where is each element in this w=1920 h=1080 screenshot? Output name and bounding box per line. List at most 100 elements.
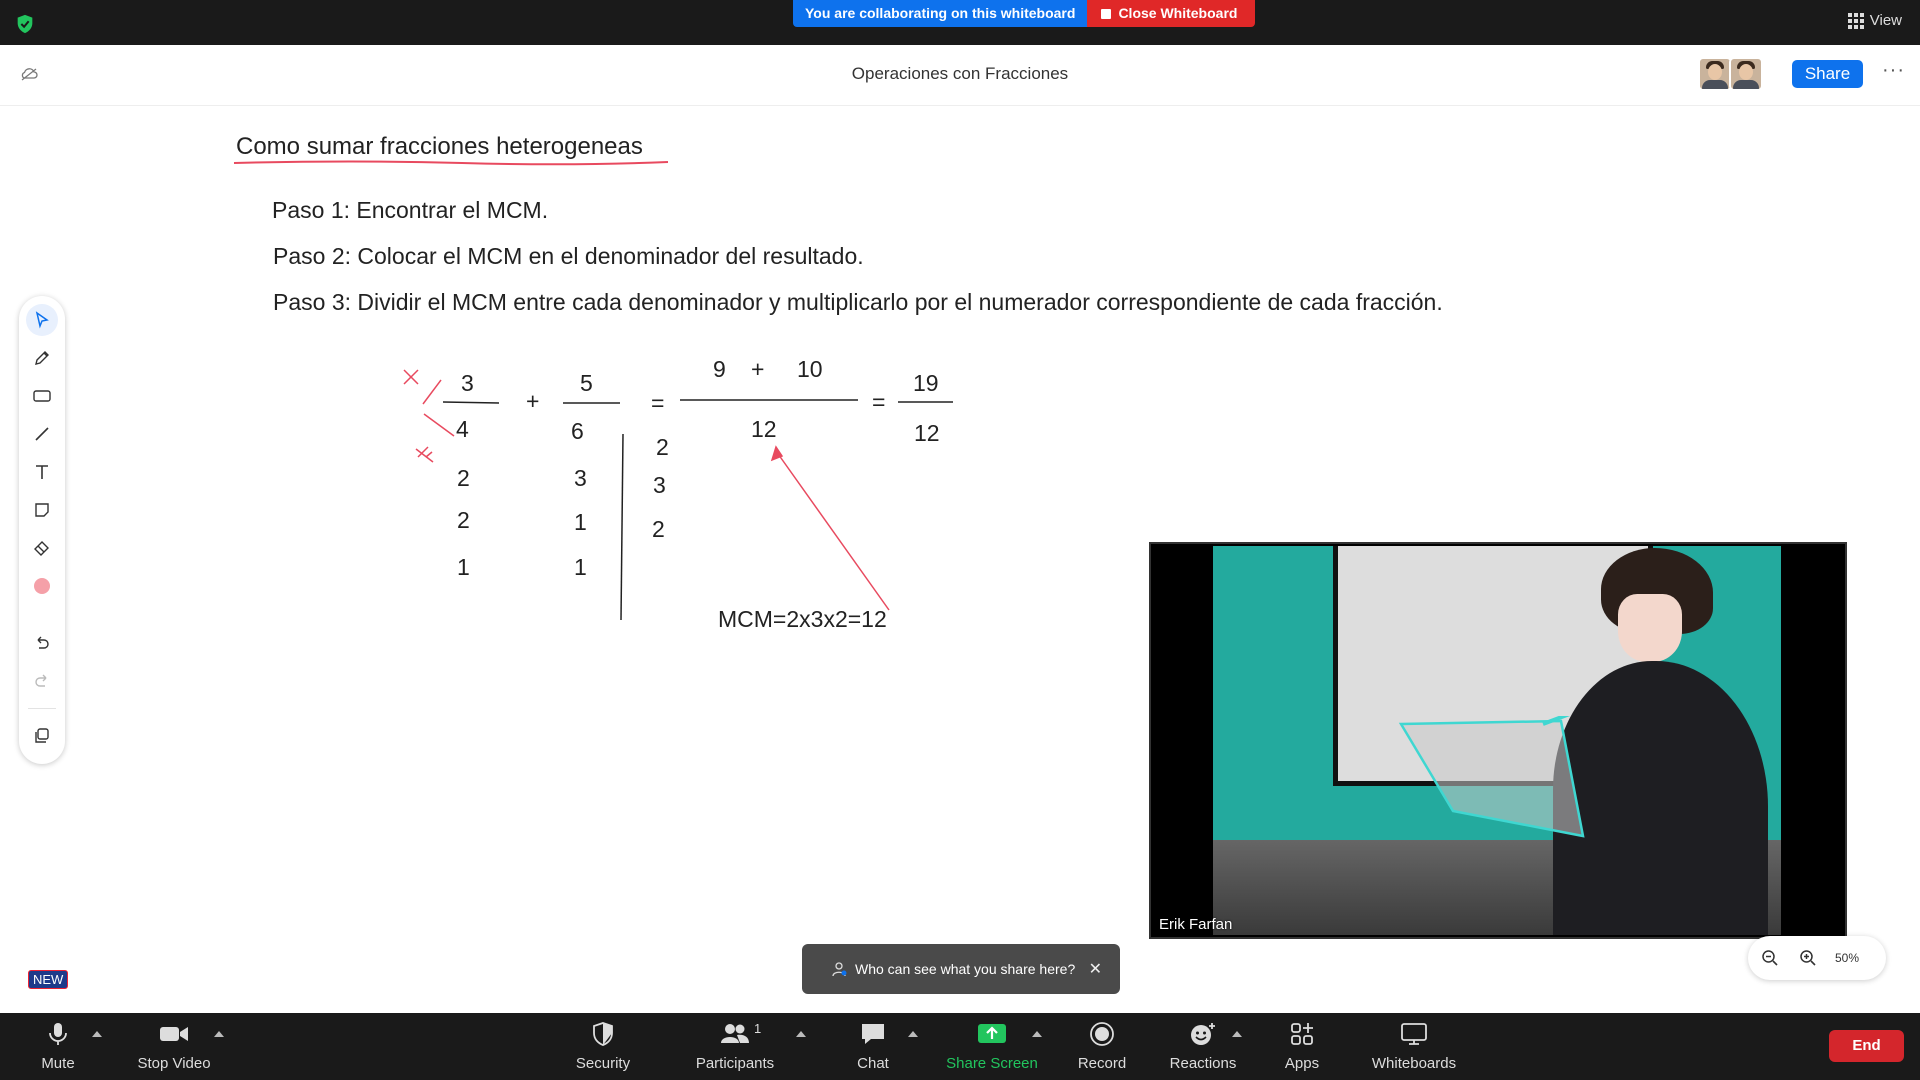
participants-options-caret[interactable] (796, 1031, 806, 1037)
meeting-controls-bar: Mute Stop Video Security 1 Participants … (0, 1013, 1920, 1080)
more-options-button[interactable]: ··· (1882, 59, 1905, 82)
close-whiteboard-button[interactable]: Close Whiteboard (1087, 0, 1256, 27)
whiteboard-canvas[interactable]: Como sumar fracciones heterogeneas Paso … (0, 106, 1920, 1013)
video-camera-icon (160, 1027, 188, 1041)
chat-bubble-icon (862, 1024, 884, 1044)
fraction1-numerator[interactable]: 3 (461, 370, 474, 397)
stop-video-button[interactable]: Stop Video (130, 1021, 218, 1072)
close-whiteboard-label: Close Whiteboard (1118, 5, 1238, 21)
apps-icon (1291, 1023, 1313, 1045)
tooltip-text: Who can see what you share here? (855, 961, 1076, 977)
participants-button[interactable]: 1 Participants (690, 1021, 780, 1072)
result-numerator-a[interactable]: 9 (713, 356, 726, 383)
final-numerator[interactable]: 19 (913, 370, 939, 397)
video-feed (1213, 546, 1781, 935)
share-visibility-tooltip[interactable]: Who can see what you share here? ✕ (802, 944, 1120, 994)
rectangle-icon (33, 390, 51, 402)
record-icon (1090, 1022, 1114, 1046)
whiteboard-header: Operaciones con Fracciones Share ··· (0, 45, 1920, 106)
video-options-caret[interactable] (214, 1031, 224, 1037)
whiteboard-toolbar (19, 296, 65, 764)
whiteboard-icon (1401, 1023, 1427, 1045)
toolbar-divider (28, 708, 56, 709)
factor-col2-row1[interactable]: 3 (574, 465, 587, 492)
share-options-caret[interactable] (1032, 1031, 1042, 1037)
factor-col1-row2[interactable]: 2 (457, 507, 470, 534)
final-denominator[interactable]: 12 (914, 420, 940, 447)
participants-label: Participants (695, 1055, 775, 1072)
equals-sign[interactable]: = (651, 390, 664, 417)
security-button[interactable]: Security (572, 1021, 634, 1072)
select-tool[interactable] (26, 304, 58, 336)
fraction1-denominator[interactable]: 4 (456, 416, 469, 443)
divisor-row2[interactable]: 3 (653, 472, 666, 499)
factor-col2-row2[interactable]: 1 (574, 509, 587, 536)
eraser-tool[interactable] (26, 532, 58, 564)
stop-video-label: Stop Video (137, 1055, 211, 1072)
record-button[interactable]: Record (1074, 1021, 1130, 1072)
stop-icon (1101, 8, 1112, 19)
share-screen-button[interactable]: Share Screen (944, 1021, 1040, 1072)
mcm-note[interactable]: MCM=2x3x2=12 (718, 606, 887, 633)
more-tools-button[interactable] (26, 720, 58, 752)
avatar[interactable] (1729, 57, 1763, 91)
text-tool[interactable] (26, 456, 58, 488)
share-button[interactable]: Share (1792, 60, 1863, 88)
chat-label: Chat (857, 1055, 889, 1072)
color-swatch-icon (34, 578, 50, 594)
whiteboards-button[interactable]: Whiteboards (1368, 1021, 1460, 1072)
result-plus[interactable]: + (751, 356, 764, 383)
mute-label: Mute (41, 1055, 75, 1072)
avatar[interactable] (1698, 57, 1732, 91)
participant-video-tile[interactable]: Erik Farfan (1149, 542, 1847, 939)
line-tool[interactable] (26, 418, 58, 450)
reactions-options-caret[interactable] (1232, 1031, 1242, 1037)
factor-col1-row1[interactable]: 2 (457, 465, 470, 492)
audio-options-caret[interactable] (92, 1031, 102, 1037)
zoom-level[interactable]: 50% (1835, 951, 1859, 965)
view-button[interactable]: View (1847, 12, 1902, 29)
zoom-in-icon[interactable] (1799, 949, 1817, 967)
redo-button[interactable] (26, 666, 58, 698)
divisor-row1[interactable]: 2 (656, 434, 669, 461)
result-denominator[interactable]: 12 (751, 416, 777, 443)
new-badge[interactable]: NEW (28, 970, 69, 989)
security-label: Security (575, 1055, 631, 1072)
mute-button[interactable]: Mute (30, 1021, 86, 1072)
color-picker[interactable] (26, 570, 58, 602)
view-label: View (1869, 12, 1902, 29)
fraction2-numerator[interactable]: 5 (580, 370, 593, 397)
equals-sign-2[interactable]: = (872, 389, 885, 416)
chat-button[interactable]: Chat (850, 1021, 896, 1072)
apps-label: Apps (1284, 1055, 1320, 1072)
participants-icon (721, 1024, 749, 1043)
result-numerator-b[interactable]: 10 (797, 356, 823, 383)
shape-tool[interactable] (26, 380, 58, 412)
reactions-button[interactable]: Reactions (1168, 1021, 1238, 1072)
end-meeting-button[interactable]: End (1829, 1030, 1904, 1062)
encryption-shield-icon[interactable] (14, 13, 36, 35)
whiteboard-title[interactable]: Operaciones con Fracciones (0, 64, 1920, 84)
factor-col1-row3[interactable]: 1 (457, 554, 470, 581)
plus-sign[interactable]: + (526, 388, 539, 415)
record-label: Record (1077, 1055, 1127, 1072)
meeting-top-bar: You are collaborating on this whiteboard… (0, 0, 1920, 45)
avatar-face (1618, 594, 1682, 662)
pen-tool[interactable] (26, 342, 58, 374)
share-screen-icon (978, 1024, 1006, 1043)
undo-button[interactable] (26, 628, 58, 660)
fraction2-denominator[interactable]: 6 (571, 418, 584, 445)
zoom-out-icon[interactable] (1761, 949, 1779, 967)
line-icon (35, 427, 49, 441)
collaborator-avatars[interactable] (1698, 57, 1763, 91)
divisor-row3[interactable]: 2 (652, 516, 665, 543)
sticky-note-tool[interactable] (26, 494, 58, 526)
microphone-icon (49, 1023, 67, 1045)
close-icon[interactable]: ✕ (1089, 959, 1102, 979)
chat-options-caret[interactable] (908, 1031, 918, 1037)
grid-icon (1847, 12, 1864, 29)
apps-button[interactable]: Apps (1280, 1021, 1324, 1072)
emoji-icon (1191, 1023, 1215, 1045)
factor-col2-row3[interactable]: 1 (574, 554, 587, 581)
collaboration-info: You are collaborating on this whiteboard (793, 0, 1088, 27)
